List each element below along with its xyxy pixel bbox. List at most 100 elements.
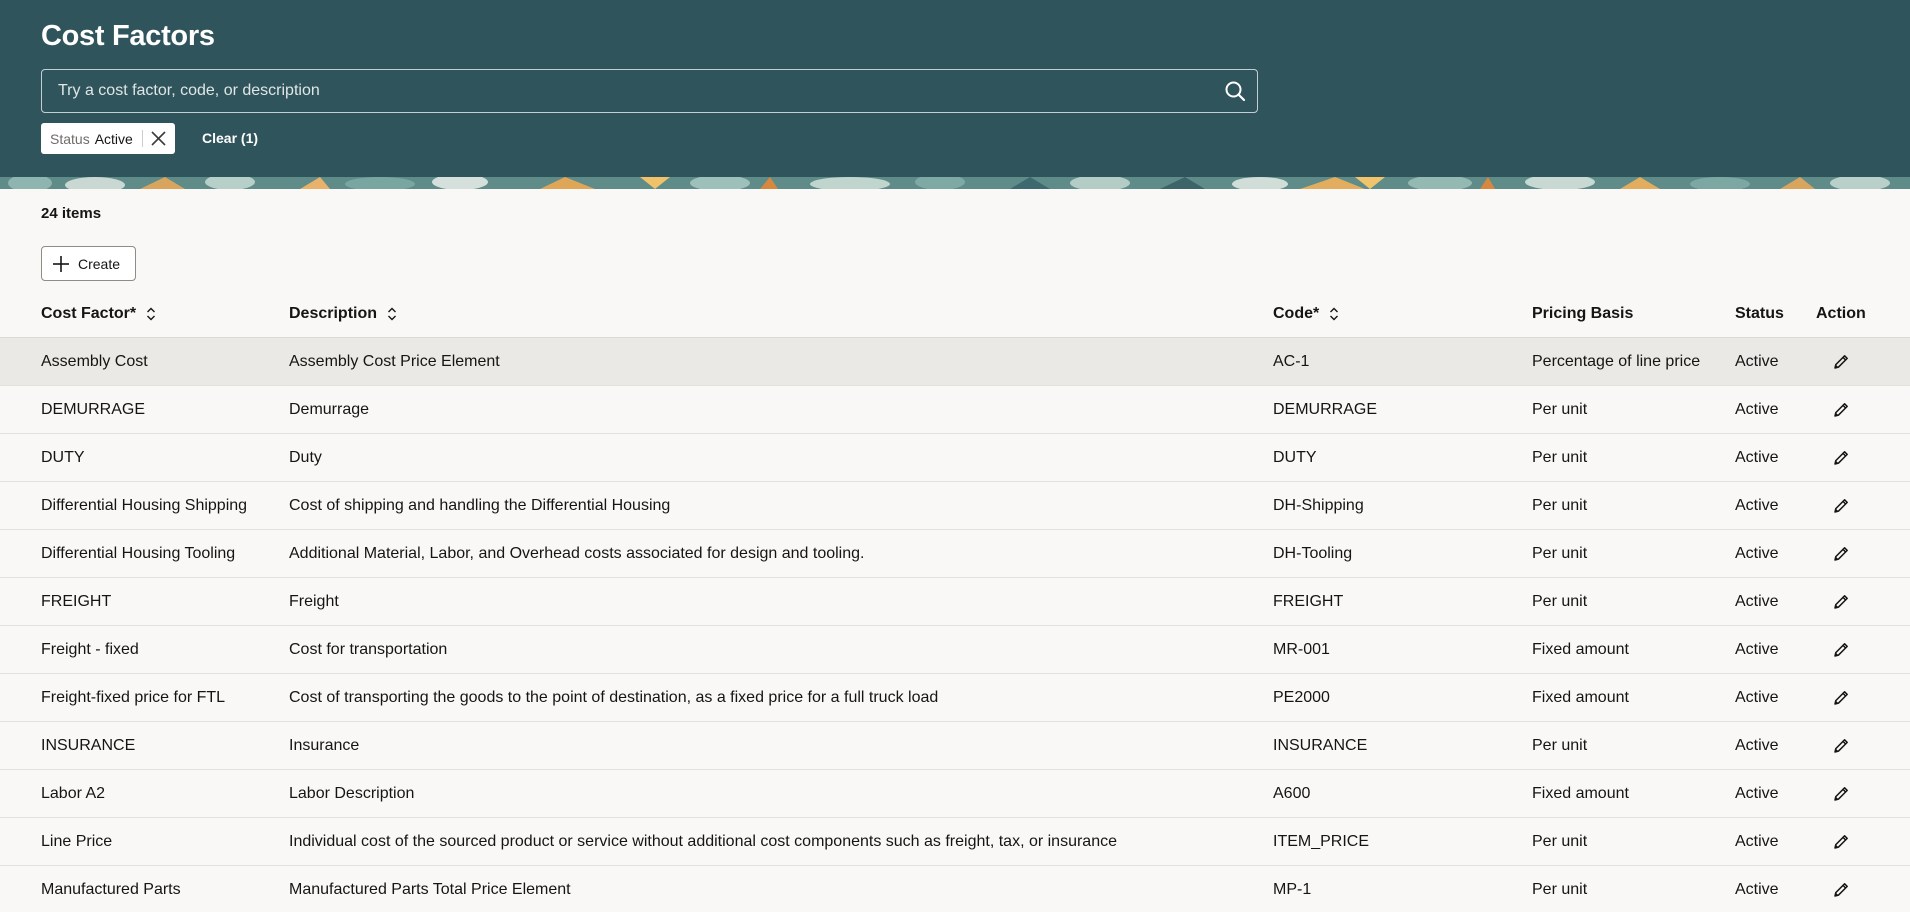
cell-code: ITEM_PRICE — [1273, 832, 1370, 850]
column-header-cost-factor[interactable]: Cost Factor* — [41, 290, 156, 338]
create-button-label: Create — [78, 255, 121, 272]
cell-action — [1832, 674, 1850, 721]
sort-icon[interactable] — [1329, 306, 1339, 322]
table-row[interactable]: Manufactured Parts Manufactured Parts Tot… — [0, 866, 1910, 912]
cell-pricing-basis: Per unit — [1532, 592, 1588, 610]
cell-pricing-basis: Fixed amount — [1532, 640, 1629, 658]
sort-icon[interactable] — [387, 306, 397, 322]
cell-pricing-basis: Per unit — [1532, 832, 1588, 850]
filter-chip-status[interactable]: Status Active — [41, 123, 175, 154]
cell-status: Active — [1735, 496, 1779, 514]
table-row[interactable]: Line Price Individual cost of the sourced… — [0, 818, 1910, 866]
cell-cost-factor: Differential Housing Shipping — [41, 496, 248, 514]
table-row[interactable]: Freight-fixed price for FTL Cost of trans… — [0, 674, 1910, 722]
cell-cost-factor: Manufactured Parts — [41, 880, 181, 898]
cell-cost-factor: Freight-fixed price for FTL — [41, 688, 226, 706]
pencil-icon[interactable] — [1832, 737, 1850, 755]
table-row[interactable]: Labor A2 Labor Description A600 Fixed amoun… — [0, 770, 1910, 818]
cell-action — [1832, 434, 1850, 481]
pencil-icon[interactable] — [1832, 689, 1850, 707]
header-decorative-banner — [0, 177, 1910, 189]
cell-action — [1832, 578, 1850, 625]
table-row[interactable]: Assembly Cost Assembly Cost Price Element… — [0, 338, 1910, 386]
cell-pricing-basis: Per unit — [1532, 400, 1588, 418]
close-icon[interactable] — [149, 129, 168, 148]
cell-description: Insurance — [289, 736, 360, 754]
cell-status: Active — [1735, 352, 1779, 370]
pencil-icon[interactable] — [1832, 449, 1850, 467]
pencil-icon[interactable] — [1832, 833, 1850, 851]
table-body: Assembly Cost Assembly Cost Price Element… — [0, 338, 1910, 912]
column-header-label: Cost Factor* — [41, 305, 137, 322]
column-header-label: Code* — [1273, 305, 1320, 322]
column-header-pricing-basis: Pricing Basis — [1532, 305, 1634, 322]
table-row[interactable]: Differential Housing Tooling Additional M… — [0, 530, 1910, 578]
cell-action — [1832, 338, 1850, 385]
cell-code: PE2000 — [1273, 688, 1330, 706]
cell-action — [1832, 818, 1850, 865]
page-title: Cost Factors — [41, 20, 215, 52]
table-row[interactable]: Differential Housing Shipping Cost of shi… — [0, 482, 1910, 530]
cell-cost-factor: Line Price — [41, 832, 113, 850]
pencil-icon[interactable] — [1832, 497, 1850, 515]
cell-code: DEMURRAGE — [1273, 400, 1378, 418]
column-header-code[interactable]: Code* — [1273, 290, 1339, 338]
cell-description: Labor Description — [289, 784, 415, 802]
cell-description: Manufactured Parts Total Price Element — [289, 880, 571, 898]
cell-description: Demurrage — [289, 400, 370, 418]
pencil-icon[interactable] — [1832, 785, 1850, 803]
cell-status: Active — [1735, 544, 1779, 562]
filter-chip-value: Active — [94, 130, 133, 147]
search-input[interactable] — [58, 70, 1208, 112]
cell-cost-factor: Labor A2 — [41, 784, 106, 802]
sort-icon[interactable] — [146, 306, 156, 322]
cell-description: Additional Material, Labor, and Overhead… — [289, 544, 865, 562]
cell-description: Assembly Cost Price Element — [289, 352, 500, 370]
cell-cost-factor: DEMURRAGE — [41, 400, 146, 418]
table-row[interactable]: FREIGHT Freight FREIGHT Per unit Active — [0, 578, 1910, 626]
pencil-icon[interactable] — [1832, 881, 1850, 899]
cell-code: A600 — [1273, 784, 1311, 802]
create-button[interactable]: Create — [41, 246, 136, 281]
page-header: Cost Factors Status Active Clear (1) — [0, 0, 1910, 177]
table-row[interactable]: DEMURRAGE Demurrage DEMURRAGE Per unit Activ… — [0, 386, 1910, 434]
cell-status: Active — [1735, 784, 1779, 802]
cell-cost-factor: Assembly Cost — [41, 352, 148, 370]
cell-action — [1832, 722, 1850, 769]
pencil-icon[interactable] — [1832, 353, 1850, 371]
column-header-action: Action — [1816, 305, 1866, 322]
cell-cost-factor: DUTY — [41, 448, 85, 466]
cell-status: Active — [1735, 736, 1779, 754]
cell-description: Individual cost of the sourced product o… — [289, 832, 1117, 850]
table-row[interactable]: Freight - fixed Cost for transportation MR… — [0, 626, 1910, 674]
cell-status: Active — [1735, 448, 1779, 466]
cell-pricing-basis: Per unit — [1532, 544, 1588, 562]
cell-cost-factor: Differential Housing Tooling — [41, 544, 236, 562]
cell-pricing-basis: Percentage of line price — [1532, 352, 1701, 370]
cell-code: MR-001 — [1273, 640, 1330, 658]
column-header-status: Status — [1735, 305, 1784, 322]
table-row[interactable]: DUTY Duty DUTY Per unit Active — [0, 434, 1910, 482]
search-field[interactable] — [41, 69, 1258, 113]
cell-code: AC-1 — [1273, 352, 1310, 370]
cell-status: Active — [1735, 592, 1779, 610]
cell-description: Cost of transporting the goods to the po… — [289, 688, 939, 706]
cell-status: Active — [1735, 832, 1779, 850]
search-icon[interactable] — [1224, 80, 1246, 102]
pencil-icon[interactable] — [1832, 545, 1850, 563]
cell-pricing-basis: Per unit — [1532, 448, 1588, 466]
cell-status: Active — [1735, 880, 1779, 898]
pencil-icon[interactable] — [1832, 593, 1850, 611]
clear-filters-link[interactable]: Clear (1) — [202, 130, 258, 146]
cell-action — [1832, 866, 1850, 912]
cell-action — [1832, 626, 1850, 673]
column-header-description[interactable]: Description — [289, 290, 397, 338]
table-row[interactable]: INSURANCE Insurance INSURANCE Per unit Activ… — [0, 722, 1910, 770]
cell-action — [1832, 386, 1850, 433]
pencil-icon[interactable] — [1832, 401, 1850, 419]
cell-code: INSURANCE — [1273, 736, 1368, 754]
pencil-icon[interactable] — [1832, 641, 1850, 659]
cell-pricing-basis: Per unit — [1532, 496, 1588, 514]
cell-action — [1832, 770, 1850, 817]
cell-description: Freight — [289, 592, 339, 610]
